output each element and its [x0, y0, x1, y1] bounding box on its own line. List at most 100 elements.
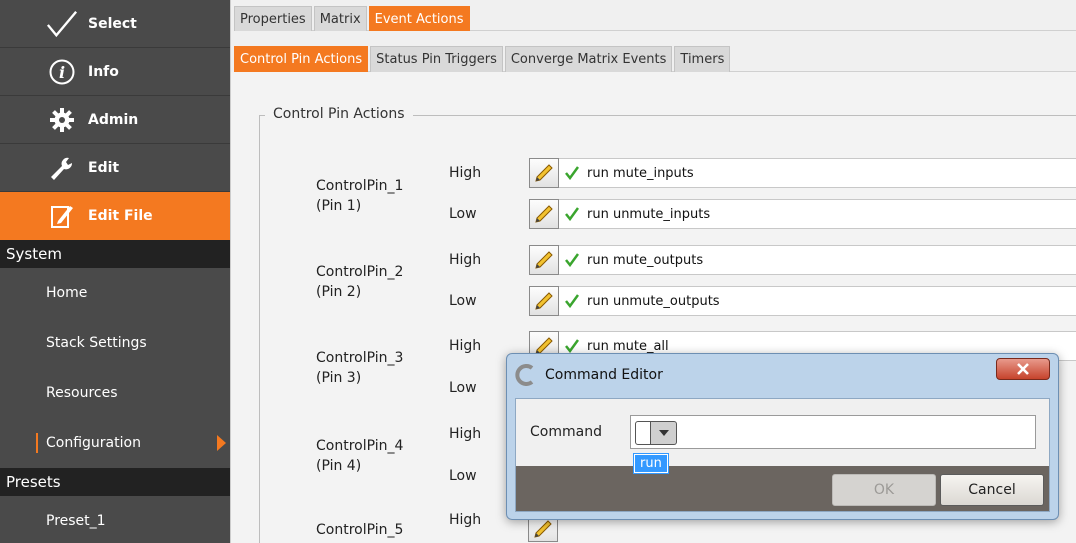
- check-icon: [565, 207, 579, 221]
- section-header-system: System: [0, 240, 230, 268]
- pin-label: ControlPin_5: [316, 520, 403, 540]
- tab-status-pin-triggers[interactable]: Status Pin Triggers: [370, 46, 503, 72]
- state-low-label: Low: [449, 468, 477, 484]
- pin-label: ControlPin_2 (Pin 2): [316, 262, 403, 302]
- sidebar-item-label: Configuration: [46, 435, 141, 451]
- sidebar-item-label: Resources: [46, 385, 118, 401]
- command-editor-dialog: Command Editor Command OK Cancel: [506, 353, 1059, 520]
- check-icon: [565, 253, 579, 267]
- nav-info-label: Info: [88, 63, 119, 80]
- command-combo-input[interactable]: [635, 421, 651, 445]
- tab-converge-matrix-events[interactable]: Converge Matrix Events: [504, 46, 673, 72]
- pin-label: ControlPin_3 (Pin 3): [316, 348, 403, 388]
- app-logo-icon: [515, 364, 534, 386]
- action-row: run unmute_inputs: [529, 198, 1076, 229]
- nav-edit[interactable]: Edit: [0, 144, 230, 192]
- pin-name: ControlPin_4: [316, 438, 404, 454]
- pin-name: ControlPin_2: [316, 264, 404, 280]
- close-icon: [1017, 363, 1029, 375]
- gear-icon: [46, 104, 78, 136]
- check-icon: [565, 166, 579, 180]
- action-command: run mute_outputs: [587, 252, 704, 268]
- action-row: run mute_outputs: [529, 244, 1076, 275]
- pencil-icon: [534, 519, 552, 538]
- group-title: Control Pin Actions: [265, 106, 413, 122]
- dialog-footer: OK Cancel: [515, 466, 1050, 512]
- tab-event-actions[interactable]: Event Actions: [368, 6, 470, 31]
- checkmark-icon: [46, 8, 78, 40]
- pencil-icon: [535, 250, 553, 269]
- state-high-label: High: [449, 426, 482, 442]
- sidebar-item-label: Home: [46, 285, 88, 301]
- nav-edit-label: Edit: [88, 159, 120, 176]
- action-command: run unmute_outputs: [587, 293, 720, 309]
- state-high-label: High: [449, 512, 482, 528]
- close-button[interactable]: [996, 358, 1050, 380]
- tab-properties[interactable]: Properties: [234, 6, 312, 31]
- pin-number: (Pin 3): [316, 370, 362, 386]
- edit-action-button[interactable]: [529, 157, 559, 188]
- edit-file-icon: [46, 200, 78, 232]
- check-icon: [565, 339, 579, 353]
- command-field[interactable]: [630, 415, 1036, 449]
- dialog-body: Command: [515, 398, 1050, 468]
- action-command: run mute_all: [587, 338, 669, 354]
- dialog-title: Command Editor: [545, 367, 663, 383]
- sidebar: Select i Info Admin Edit Edit File Syste…: [0, 0, 230, 543]
- state-high-label: High: [449, 338, 482, 354]
- primary-tabs: Properties Matrix Event Actions: [234, 6, 470, 31]
- nav-admin-label: Admin: [88, 111, 139, 128]
- chevron-down-icon: [658, 430, 669, 436]
- edit-action-button[interactable]: [529, 244, 559, 275]
- nav-edit-file-label: Edit File: [88, 208, 153, 224]
- wrench-icon: [46, 152, 78, 184]
- state-low-label: Low: [449, 380, 477, 396]
- state-high-label: High: [449, 252, 482, 268]
- pin-name: ControlPin_1: [316, 178, 404, 194]
- sidebar-item-configuration[interactable]: Configuration: [0, 418, 230, 468]
- pin-name: ControlPin_3: [316, 350, 404, 366]
- cancel-button[interactable]: Cancel: [940, 474, 1044, 506]
- action-row: run mute_inputs: [529, 157, 1076, 188]
- pin-number: (Pin 4): [316, 458, 362, 474]
- pin-label: ControlPin_4 (Pin 4): [316, 436, 403, 476]
- nav-edit-file[interactable]: Edit File: [0, 192, 230, 240]
- sidebar-item-label: Stack Settings: [46, 335, 147, 351]
- nav-admin[interactable]: Admin: [0, 96, 230, 144]
- action-command: run mute_inputs: [587, 165, 694, 181]
- dialog-title-bar: Command Editor: [515, 364, 663, 386]
- info-icon: i: [46, 56, 78, 88]
- dropdown-button[interactable]: [651, 421, 677, 445]
- nav-select-label: Select: [88, 15, 137, 32]
- nav-info[interactable]: i Info: [0, 48, 230, 96]
- action-command: run unmute_inputs: [587, 206, 711, 222]
- svg-text:i: i: [59, 63, 65, 82]
- state-low-label: Low: [449, 206, 477, 222]
- ok-button[interactable]: OK: [832, 474, 936, 506]
- tab-matrix[interactable]: Matrix: [313, 6, 367, 31]
- state-high-label: High: [449, 165, 482, 181]
- action-row: run unmute_outputs: [529, 285, 1076, 316]
- sidebar-item-resources[interactable]: Resources: [0, 368, 230, 418]
- tab-timers[interactable]: Timers: [674, 46, 731, 72]
- command-combo[interactable]: [635, 421, 677, 445]
- pin-name: ControlPin_5: [316, 522, 404, 538]
- sidebar-item-home[interactable]: Home: [0, 268, 230, 318]
- sidebar-item-label: Preset_1: [46, 513, 106, 529]
- section-header-presets: Presets: [0, 468, 230, 496]
- arrow-right-icon: [217, 435, 226, 451]
- sidebar-item-preset-1[interactable]: Preset_1: [0, 496, 230, 543]
- pencil-icon: [535, 291, 553, 310]
- command-label: Command: [530, 424, 602, 440]
- pin-number: (Pin 1): [316, 198, 362, 214]
- tab-control-pin-actions[interactable]: Control Pin Actions: [234, 46, 369, 72]
- edit-action-button[interactable]: [529, 285, 559, 316]
- pencil-icon: [535, 163, 553, 182]
- dropdown-option-run[interactable]: run: [633, 453, 669, 474]
- pin-label: ControlPin_1 (Pin 1): [316, 176, 403, 216]
- check-icon: [565, 294, 579, 308]
- edit-action-button[interactable]: [529, 198, 559, 229]
- nav-select[interactable]: Select: [0, 0, 230, 48]
- pin-number: (Pin 2): [316, 284, 362, 300]
- sidebar-item-stack-settings[interactable]: Stack Settings: [0, 318, 230, 368]
